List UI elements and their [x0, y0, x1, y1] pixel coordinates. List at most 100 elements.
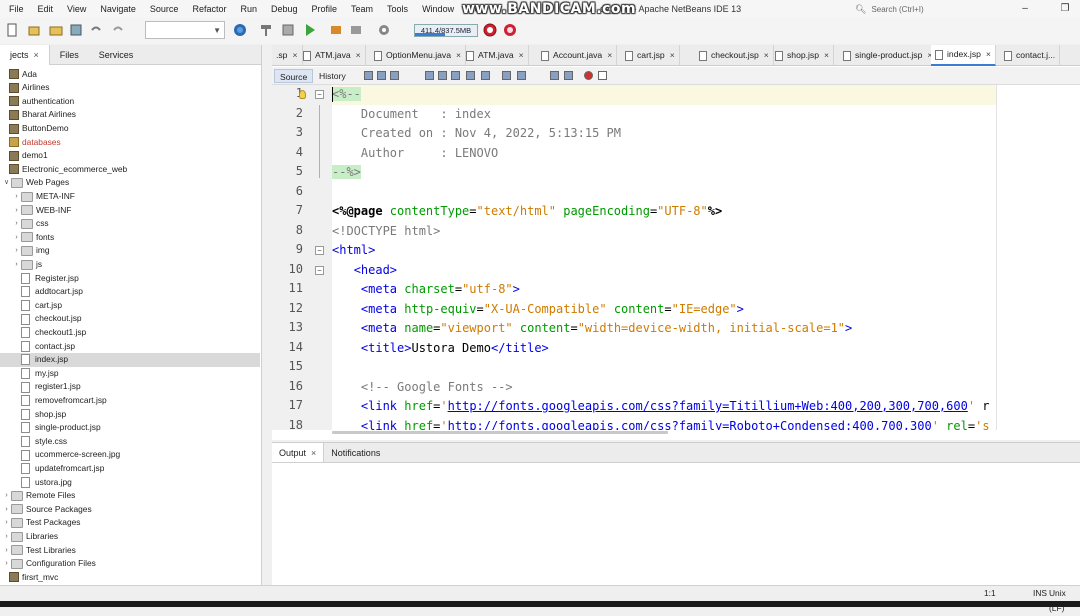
lightbulb-icon[interactable]	[299, 90, 306, 99]
close-icon[interactable]: ×	[764, 45, 769, 66]
tree-item[interactable]: updatefromcart.jsp	[0, 462, 104, 476]
back-icon[interactable]	[364, 71, 373, 80]
expand-toggle-icon[interactable]: ›	[12, 244, 21, 258]
menu-window[interactable]: Window	[413, 0, 459, 18]
search-input[interactable]: 🔍︎ Search (Ctrl+I)	[855, 3, 995, 16]
tab-services[interactable]: Services	[89, 45, 144, 65]
menu-edit[interactable]: Edit	[29, 0, 59, 18]
file-tab[interactable]: contact.j...	[1000, 45, 1061, 66]
tree-item[interactable]: ucommerce-screen.jpg	[0, 448, 120, 462]
menu-run[interactable]: Run	[231, 0, 262, 18]
close-icon[interactable]: ×	[356, 45, 361, 66]
expand-toggle-icon[interactable]: ›	[12, 204, 21, 218]
horizontal-scrollbar[interactable]	[332, 431, 668, 434]
find-icon[interactable]	[425, 71, 434, 80]
forward-icon[interactable]	[377, 71, 386, 80]
menu-source[interactable]: Source	[141, 0, 184, 18]
expand-toggle-icon[interactable]: ∨	[2, 176, 11, 190]
shift-left-icon[interactable]	[550, 71, 559, 80]
file-tab[interactable]: Account.java ×	[537, 45, 618, 66]
shift-right-icon[interactable]	[564, 71, 573, 80]
gc-icon[interactable]	[482, 22, 498, 38]
find-prev-icon[interactable]	[438, 71, 447, 80]
file-tab[interactable]: ATM.java ×	[299, 45, 366, 66]
minimize-button[interactable]: –	[1010, 0, 1040, 18]
restore-button[interactable]: ❐	[1050, 0, 1080, 18]
file-tab[interactable]: index.jsp ×	[931, 45, 996, 66]
profile-ide-icon[interactable]	[502, 22, 518, 38]
tree-item[interactable]: firsrt_mvc	[0, 571, 58, 585]
undo-icon[interactable]	[88, 22, 104, 38]
new-file-icon[interactable]	[4, 22, 20, 38]
debug-icon[interactable]	[328, 22, 344, 38]
tree-item[interactable]: checkout1.jsp	[0, 326, 86, 340]
stop-macro-icon[interactable]	[598, 71, 607, 80]
file-tab[interactable]: cart.jsp ×	[621, 45, 680, 66]
expand-toggle-icon[interactable]: ›	[12, 258, 21, 272]
run-icon[interactable]	[302, 22, 318, 38]
menu-navigate[interactable]: Navigate	[91, 0, 141, 18]
fold-toggle-icon[interactable]: −	[315, 90, 324, 99]
tree-item[interactable]: removefromcart.jsp	[0, 394, 107, 408]
tab-output[interactable]: Output ×	[272, 443, 325, 462]
menu-tools[interactable]: Tools	[378, 0, 413, 18]
file-tab[interactable]: single-product.jsp ×	[839, 45, 938, 66]
prev-bookmark-icon[interactable]	[502, 71, 511, 80]
expand-toggle-icon[interactable]: ›	[2, 503, 11, 517]
tree-item[interactable]: Airlines	[0, 81, 49, 95]
memory-meter[interactable]: 411.4/837.5MB	[414, 24, 478, 37]
redo-icon[interactable]	[110, 22, 126, 38]
expand-toggle-icon[interactable]: ›	[2, 557, 11, 571]
expand-toggle-icon[interactable]: ›	[2, 530, 11, 544]
tree-item[interactable]: register1.jsp	[0, 380, 81, 394]
tree-item[interactable]: demo1	[0, 149, 48, 163]
tab-projects[interactable]: jects ×	[0, 44, 50, 65]
file-tab[interactable]: OptionMenu.java ×	[370, 45, 467, 66]
close-icon[interactable]: ×	[311, 448, 316, 458]
history-tab[interactable]: History	[314, 69, 351, 83]
tree-item[interactable]: › img	[0, 244, 50, 258]
new-project-icon[interactable]	[26, 22, 42, 38]
tree-item[interactable]: Bharat Airlines	[0, 108, 76, 122]
record-macro-icon[interactable]	[584, 71, 593, 80]
expand-toggle-icon[interactable]: ›	[12, 231, 21, 245]
file-tab[interactable]: shop.jsp ×	[771, 45, 835, 66]
menu-debug[interactable]: Debug	[262, 0, 303, 18]
expand-toggle-icon[interactable]: ›	[12, 190, 21, 204]
tree-item[interactable]: my.jsp	[0, 367, 59, 381]
menu-view[interactable]: View	[58, 0, 91, 18]
close-icon[interactable]: ×	[34, 50, 39, 60]
find-next-icon[interactable]	[451, 71, 460, 80]
expand-toggle-icon[interactable]: ›	[12, 217, 21, 231]
build-hammer-icon[interactable]	[258, 22, 274, 38]
tree-item[interactable]: Electronic_ecommerce_web	[0, 163, 127, 177]
tree-item[interactable]: ∨ Web Pages	[0, 176, 69, 190]
settings-icon[interactable]	[376, 22, 392, 38]
tree-item[interactable]: › META-INF	[0, 190, 75, 204]
profile-icon[interactable]	[348, 22, 364, 38]
tree-item[interactable]: addtocart.jsp	[0, 285, 83, 299]
expand-toggle-icon[interactable]: ›	[2, 516, 11, 530]
tree-item[interactable]: › Test Libraries	[0, 544, 76, 558]
close-icon[interactable]: ×	[824, 45, 829, 66]
tree-item[interactable]: cart.jsp	[0, 299, 62, 313]
menu-profile[interactable]: Profile	[303, 0, 343, 18]
tree-item[interactable]: › Remote Files	[0, 489, 75, 503]
fold-toggle-icon[interactable]: −	[315, 265, 324, 275]
tree-item[interactable]: single-product.jsp	[0, 421, 101, 435]
tree-item[interactable]: authentication	[0, 95, 74, 109]
close-icon[interactable]: ×	[519, 45, 524, 66]
tree-item[interactable]: style.css	[0, 435, 67, 449]
open-project-icon[interactable]	[48, 22, 64, 38]
tree-item[interactable]: › css	[0, 217, 49, 231]
expand-toggle-icon[interactable]: ›	[2, 544, 11, 558]
tree-item[interactable]: Register.jsp	[0, 272, 79, 286]
tab-files[interactable]: Files	[50, 45, 89, 65]
toggle-bookmark-icon[interactable]	[481, 71, 490, 80]
configuration-select[interactable]: ▼	[145, 21, 225, 39]
tree-item[interactable]: › Libraries	[0, 530, 58, 544]
file-tab[interactable]: checkout.jsp ×	[695, 45, 774, 66]
tree-item[interactable]: ustora.jpg	[0, 476, 72, 490]
source-tab[interactable]: Source	[274, 69, 314, 83]
close-icon[interactable]: ×	[456, 45, 461, 66]
